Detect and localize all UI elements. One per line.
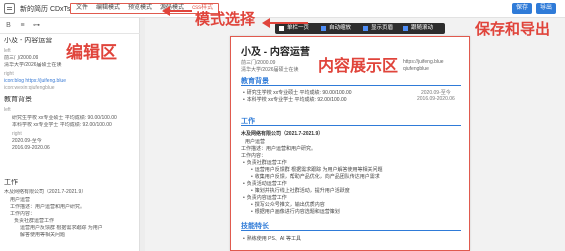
edu-item: 本科学校 xx专业学士 平均成绩: 92.00/100.00 (243, 96, 347, 103)
editor-line: 2016.09-2020.06 (12, 145, 50, 151)
editor-line: 清华大学/2026届硕士在读 (4, 62, 62, 68)
editor-line: 研究生学校 xx专业硕士 平均成绩: 90.00/100.00 (12, 115, 117, 121)
editor-line: 2020.09-至今 (12, 138, 42, 144)
top-bar: 新的简历 CDxTs 文件 编辑模式 预览模式 源码模式 css样式 保存 导出 (0, 0, 565, 18)
resume-name: 小及 - 内容运营 (241, 47, 310, 58)
skill-item: 熟练使用 PS、AI 等工具 (243, 235, 301, 242)
editor-line: left (4, 107, 11, 113)
editor-line: 用户运营 (10, 197, 31, 203)
annotation-arrow-head (162, 6, 170, 16)
annotation-arrow (268, 22, 308, 24)
annotation-edit-area: 编辑区 (66, 43, 117, 63)
auto-zoom-label[interactable]: 自动缩放 (329, 23, 351, 34)
section-rule (241, 230, 461, 231)
section-rule (241, 125, 461, 126)
resume-info: 清华大学/2026届硕士在读 (241, 67, 299, 73)
list-icon[interactable]: ≡ (18, 22, 27, 30)
single-page-label[interactable]: 单栏一页 (287, 23, 309, 34)
editor-line: left (4, 48, 11, 54)
work-item: 负责活动运营工作 (243, 180, 287, 187)
document-title[interactable]: 新的简历 CDxTs (20, 4, 71, 14)
follow-scroll-label[interactable]: 跟随滚动 (411, 23, 433, 34)
single-page-checkbox[interactable] (279, 26, 284, 31)
work-item: 撰写公众号推文，输出优质内容 (251, 201, 325, 208)
editor-line: icon:blog https://juifeng.blue (4, 78, 66, 84)
editor-line: right (12, 131, 22, 137)
preview-toolbar: 单栏一页 自动缩放 显示页眉 跟随滚动 (275, 23, 445, 34)
annotation-display-area: 内容展示区 (318, 56, 399, 75)
auto-zoom-checkbox[interactable] (321, 26, 326, 31)
editor-line: right (4, 71, 14, 77)
work-item: 负责内容运营工作 (243, 194, 287, 201)
editor-line: 工作 (4, 179, 18, 186)
work-item: 收集用户反馈，帮助产品优化，向产品团队传达用户需求 (251, 173, 380, 180)
follow-scroll-checkbox[interactable] (403, 26, 408, 31)
menu-icon[interactable] (4, 3, 15, 14)
menu-file[interactable]: 文件 (73, 4, 91, 13)
annotation-arrow (168, 10, 192, 12)
link-icon[interactable]: ⊶ (32, 22, 41, 30)
resume-blog: https://juifeng.blue (403, 59, 444, 65)
editor-line: 本科学校 xx专业学士 平均成绩: 92.00/100.00 (12, 122, 112, 128)
resume-wechat: qiufengblue (403, 66, 429, 72)
section-rule (241, 85, 461, 86)
editor-toolbar: B ≡ ⊶ (0, 18, 140, 34)
menu-preview-mode[interactable]: 预览模式 (125, 4, 155, 13)
edu-date: 2020.09-至今 (421, 90, 451, 96)
editor-line: 教育背景 (4, 96, 32, 103)
edu-date: 2016.09-2020.06 (417, 96, 455, 102)
job-role: 用户运营 (245, 139, 266, 145)
job-description: 工作描述：用户运营和用户研究。 (241, 146, 317, 152)
annotation-save-export: 保存和导出 (475, 20, 551, 38)
work-item: 负责社群运营工作 (243, 159, 287, 166)
editor-line: 解答使用等相关问题 (20, 232, 66, 238)
editor-line: 小及 - 内容运营 (4, 37, 53, 44)
work-item: 策划并执行线上社群活动，提升用户活跃度 (251, 187, 350, 194)
work-item: 根据用户画像进行内容选题和运营策划 (251, 208, 340, 215)
show-header-checkbox[interactable] (363, 26, 368, 31)
company-name: 木及网络有限公司（2021.7-2021.9） (241, 131, 324, 137)
save-button[interactable]: 保存 (512, 3, 533, 14)
show-header-label[interactable]: 显示页眉 (371, 23, 393, 34)
editor-line: 运营用户反馈群 根据需求跟踪 为用户 (20, 225, 103, 231)
editor-line: icon:wexin:qiufengblue (4, 85, 55, 91)
work-item: 运营用户反馈群 根据需求跟踪 为用户解答使用等相关问题 (251, 166, 383, 173)
resume-info: 前三门/2000.09 (241, 60, 276, 66)
edu-item: 研究生学校 xx专业硕士 平均成绩: 90.00/100.00 (243, 89, 352, 96)
editor-line: 工作描述：用户运营和用户研究。 (10, 204, 86, 210)
editor-line: 工作内容： (10, 211, 36, 217)
job-content-title: 工作内容： (241, 153, 267, 159)
annotation-mode-select: 模式选择 (195, 10, 256, 28)
bold-icon[interactable]: B (4, 22, 13, 30)
editor-line: 前三门/2000.09 (4, 55, 39, 61)
editor-line: 负责社群运营工作 (14, 218, 55, 224)
annotation-arrow-head (262, 18, 270, 28)
menu-edit-mode[interactable]: 编辑模式 (93, 4, 123, 13)
editor-line: 木及网络有限公司（2021.7-2021.9） (4, 189, 87, 195)
export-button[interactable]: 导出 (536, 3, 557, 14)
